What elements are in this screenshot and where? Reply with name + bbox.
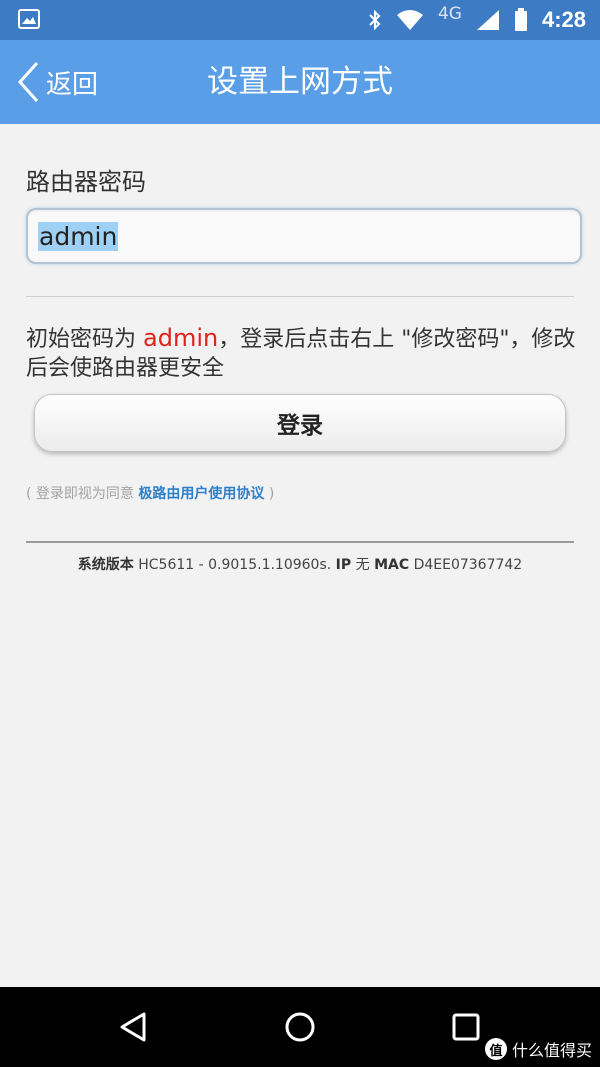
ip-label: IP [335,557,352,573]
recents-square-icon [452,1013,480,1041]
password-hint: 初始密码为 admin，登录后点击右上 "修改密码"，修改后会使路由器更安全 [26,324,578,383]
nav-back-button[interactable] [106,999,162,1055]
divider [26,296,574,297]
password-field[interactable]: admin [26,208,582,264]
agreement-prefix: 登录即视为同意 [31,486,139,502]
password-label: 路由器密码 [26,168,146,196]
version-value: HC5611 - 0.9015.1.10960s. [138,557,332,573]
wifi-icon [396,10,423,30]
agreement-close-paren: ) [264,486,275,502]
battery-icon [514,8,527,31]
password-value: admin [38,221,119,251]
gallery-icon [18,9,40,29]
bluetooth-icon [369,9,381,31]
system-info: 系统版本 HC5611 - 0.9015.1.10960s. IP 无 MAC … [0,554,600,574]
hint-prefix: 初始密码为 [26,327,143,352]
home-circle-icon [285,1012,315,1042]
version-label: 系统版本 [77,557,134,573]
login-button[interactable]: 登录 [34,394,566,452]
watermark: 值 什么值得买 [484,1037,592,1061]
back-triangle-icon [120,1012,146,1042]
back-label: 返回 [46,69,99,100]
ip-value: 无 [355,557,370,573]
nav-home-button[interactable] [272,999,328,1055]
watermark-text: 什么值得买 [511,1041,592,1060]
back-button[interactable]: 返回 [16,60,98,104]
clock: 4:28 [541,7,586,32]
title-bar: 返回 设置上网方式 [0,40,600,124]
user-agreement-link[interactable]: 极路由用户使用协议 [138,486,264,502]
status-bar: 4G 4:28 [0,0,600,40]
mac-label: MAC [374,557,410,573]
signal-icon [476,10,499,30]
divider [26,541,574,543]
mac-value: D4EE07367742 [413,557,523,573]
network-type: 4G [437,4,462,24]
chevron-left-icon [17,61,39,103]
watermark-badge: 值 [484,1038,507,1060]
agreement-note: ( 登录即视为同意 极路由用户使用协议 ) [26,483,274,503]
hint-default-password: admin [143,324,219,352]
